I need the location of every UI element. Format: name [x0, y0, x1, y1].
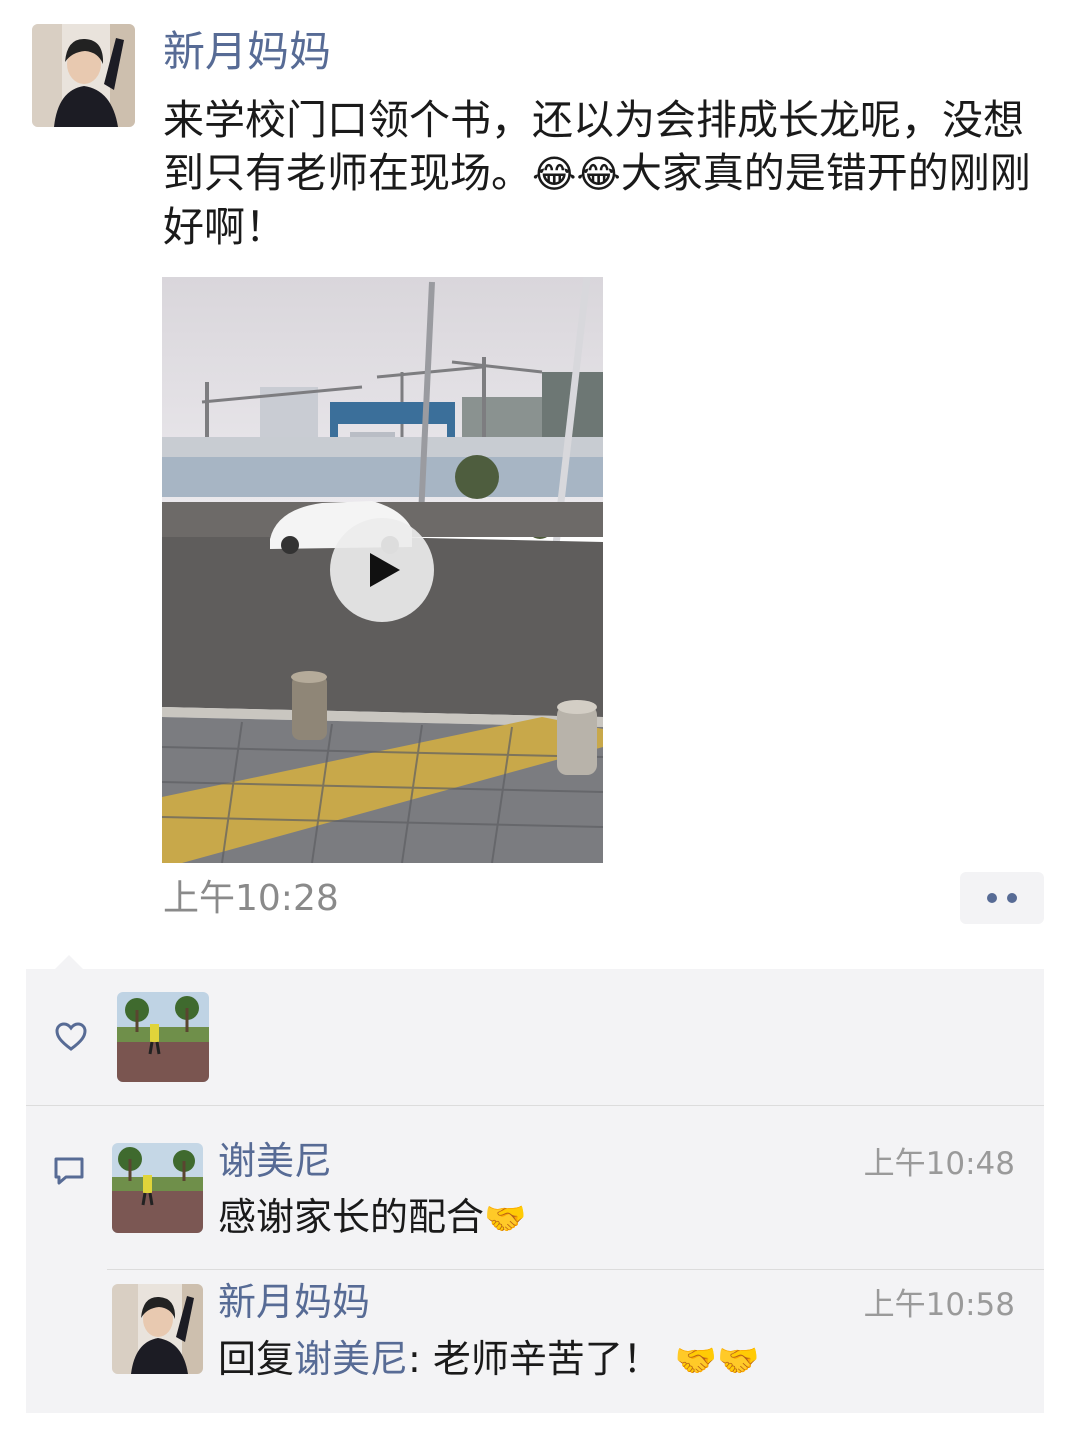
comment-divider: [107, 1269, 1044, 1270]
comment-author-name[interactable]: 谢美尼: [218, 1138, 332, 1184]
video-play-button[interactable]: [330, 518, 434, 622]
author-avatar[interactable]: [32, 24, 135, 127]
post-timestamp: 上午10:28: [163, 878, 339, 919]
play-icon: [370, 553, 400, 587]
comment-text-body: 感谢家长的配合: [218, 1195, 485, 1239]
handshake-emoji: 🤝: [484, 1199, 527, 1239]
comment-timestamp: 上午10:58: [863, 1287, 1015, 1323]
comment-timestamp: 上午10:48: [863, 1146, 1015, 1182]
panel-caret: [54, 955, 84, 970]
panel-divider: [26, 1105, 1044, 1106]
reply-to-name[interactable]: 谢美尼: [294, 1337, 408, 1381]
comment-author-name[interactable]: 新月妈妈: [218, 1279, 370, 1325]
post-author-name[interactable]: 新月妈妈: [163, 24, 331, 80]
commenter-avatar[interactable]: [112, 1143, 203, 1233]
handshake-emoji: 🤝🤝: [674, 1341, 760, 1381]
comment-text-body: : 老师辛苦了！: [408, 1337, 661, 1381]
more-actions-button[interactable]: [960, 872, 1044, 924]
commenter-avatar[interactable]: [112, 1284, 203, 1374]
liker-avatar[interactable]: [117, 992, 209, 1082]
post-text: 来学校门口领个书，还以为会排成长龙呢，没想到只有老师在现场。😂😂大家真的是错开的…: [163, 94, 1063, 254]
comment-text[interactable]: 回复谢美尼: 老师辛苦了！ 🤝🤝: [218, 1336, 760, 1384]
more-dot-icon: [987, 893, 997, 903]
comment-text[interactable]: 感谢家长的配合🤝: [218, 1194, 526, 1242]
more-dot-icon: [1007, 893, 1017, 903]
post-text-emoji: 😂😂: [532, 152, 621, 196]
comment-icon: [53, 1155, 85, 1187]
reply-prefix: 回复: [218, 1337, 295, 1381]
heart-icon: [55, 1022, 87, 1052]
